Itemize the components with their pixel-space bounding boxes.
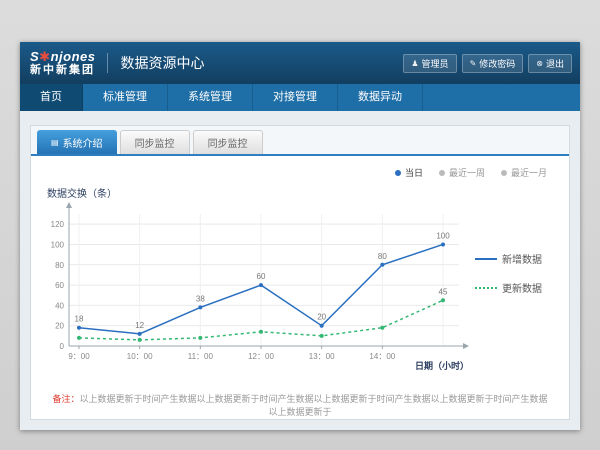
series-legend: 新增数据 更新数据 <box>475 251 542 295</box>
page-title: 数据资源中心 <box>107 53 204 73</box>
header-actions: ♟ 管理员 ✎ 修改密码 ⊗ 退出 <box>403 54 572 73</box>
chart-region: 0 20 40 60 80 100 120 9：00 10：00 11：00 12：00 13：00 1… <box>31 200 569 372</box>
tab-system-intro[interactable]: ▤ 系统介绍 <box>37 130 117 154</box>
app-window: S✱njones 新中新集团 数据资源中心 ♟ 管理员 ✎ 修改密码 ⊗ 退出 … <box>20 42 580 430</box>
svg-text:12：00: 12：00 <box>248 352 274 361</box>
svg-text:20: 20 <box>55 322 64 331</box>
nav-item-system-mgmt[interactable]: 系统管理 <box>168 84 253 111</box>
logo-wordmark: S✱njones <box>30 50 95 64</box>
change-password-button[interactable]: ✎ 修改密码 <box>462 54 524 73</box>
legend-updated-data[interactable]: 更新数据 <box>475 280 542 295</box>
dot-icon <box>439 170 445 176</box>
svg-text:120: 120 <box>51 220 65 229</box>
svg-text:0: 0 <box>60 342 65 351</box>
svg-text:38: 38 <box>196 294 205 303</box>
header-bar: S✱njones 新中新集团 数据资源中心 ♟ 管理员 ✎ 修改密码 ⊗ 退出 <box>20 42 580 84</box>
footnote-prefix: 备注： <box>52 394 79 404</box>
main-panel: ▤ 系统介绍 同步监控 同步监控 当日 最近一周 <box>30 125 570 420</box>
logout-button[interactable]: ⊗ 退出 <box>528 54 572 73</box>
nav-item-interface-mgmt[interactable]: 对接管理 <box>253 84 338 111</box>
chart-y-axis-title: 数据交换（条） <box>47 185 569 200</box>
svg-text:日期（小时）: 日期（小时） <box>415 360 469 371</box>
nav-item-home[interactable]: 首页 <box>20 84 83 111</box>
tab-sync-monitor-2[interactable]: 同步监控 <box>193 130 263 154</box>
line-chart: 0 20 40 60 80 100 120 9：00 10：00 11：00 12：00 13：00 1… <box>39 200 471 372</box>
logo-star-icon: ✱ <box>39 49 50 64</box>
filter-last-month[interactable]: 最近一月 <box>501 166 547 179</box>
svg-text:10：00: 10：00 <box>127 352 153 361</box>
svg-text:60: 60 <box>257 272 266 281</box>
svg-text:60: 60 <box>55 281 64 290</box>
dot-icon <box>395 170 401 176</box>
legend-new-data[interactable]: 新增数据 <box>475 251 542 266</box>
svg-text:12: 12 <box>135 321 144 330</box>
svg-text:9：00: 9：00 <box>68 352 90 361</box>
svg-text:13：00: 13：00 <box>309 352 335 361</box>
tab-sync-monitor-1[interactable]: 同步监控 <box>120 130 190 154</box>
company-logo: S✱njones 新中新集团 <box>30 50 95 76</box>
logo-subtitle: 新中新集团 <box>30 64 95 76</box>
solid-line-icon <box>475 258 497 260</box>
svg-text:40: 40 <box>55 301 64 310</box>
svg-text:80: 80 <box>378 252 387 261</box>
power-icon: ⊗ <box>536 59 543 68</box>
svg-text:45: 45 <box>439 287 448 296</box>
user-icon: ♟ <box>411 59 418 68</box>
svg-text:14：00: 14：00 <box>369 352 395 361</box>
footnote: 备注：以上数据更新于时间产生数据以上数据更新于时间产生数据以上数据更新于时间产生… <box>31 392 569 418</box>
svg-text:100: 100 <box>436 231 450 240</box>
filter-today[interactable]: 当日 <box>395 166 423 179</box>
dashed-line-icon <box>475 287 497 289</box>
tab-strip: ▤ 系统介绍 同步监控 同步监控 <box>31 126 569 156</box>
filter-last-week[interactable]: 最近一周 <box>439 166 485 179</box>
nav-item-standard-mgmt[interactable]: 标准管理 <box>83 84 168 111</box>
content-area: ▤ 系统介绍 同步监控 同步监控 当日 最近一周 <box>20 111 580 430</box>
svg-text:80: 80 <box>55 261 64 270</box>
main-nav: 首页 标准管理 系统管理 对接管理 数据异动 <box>20 84 580 111</box>
admin-user-button[interactable]: ♟ 管理员 <box>403 54 456 73</box>
time-filter-legend: 当日 最近一周 最近一月 <box>31 166 547 179</box>
svg-text:11：00: 11：00 <box>188 352 214 361</box>
list-icon: ▤ <box>51 138 59 147</box>
nav-item-data-change[interactable]: 数据异动 <box>338 84 423 111</box>
dot-icon <box>501 170 507 176</box>
svg-text:20: 20 <box>317 313 326 322</box>
svg-text:100: 100 <box>51 240 65 249</box>
edit-icon: ✎ <box>470 59 477 68</box>
svg-text:18: 18 <box>75 315 84 324</box>
